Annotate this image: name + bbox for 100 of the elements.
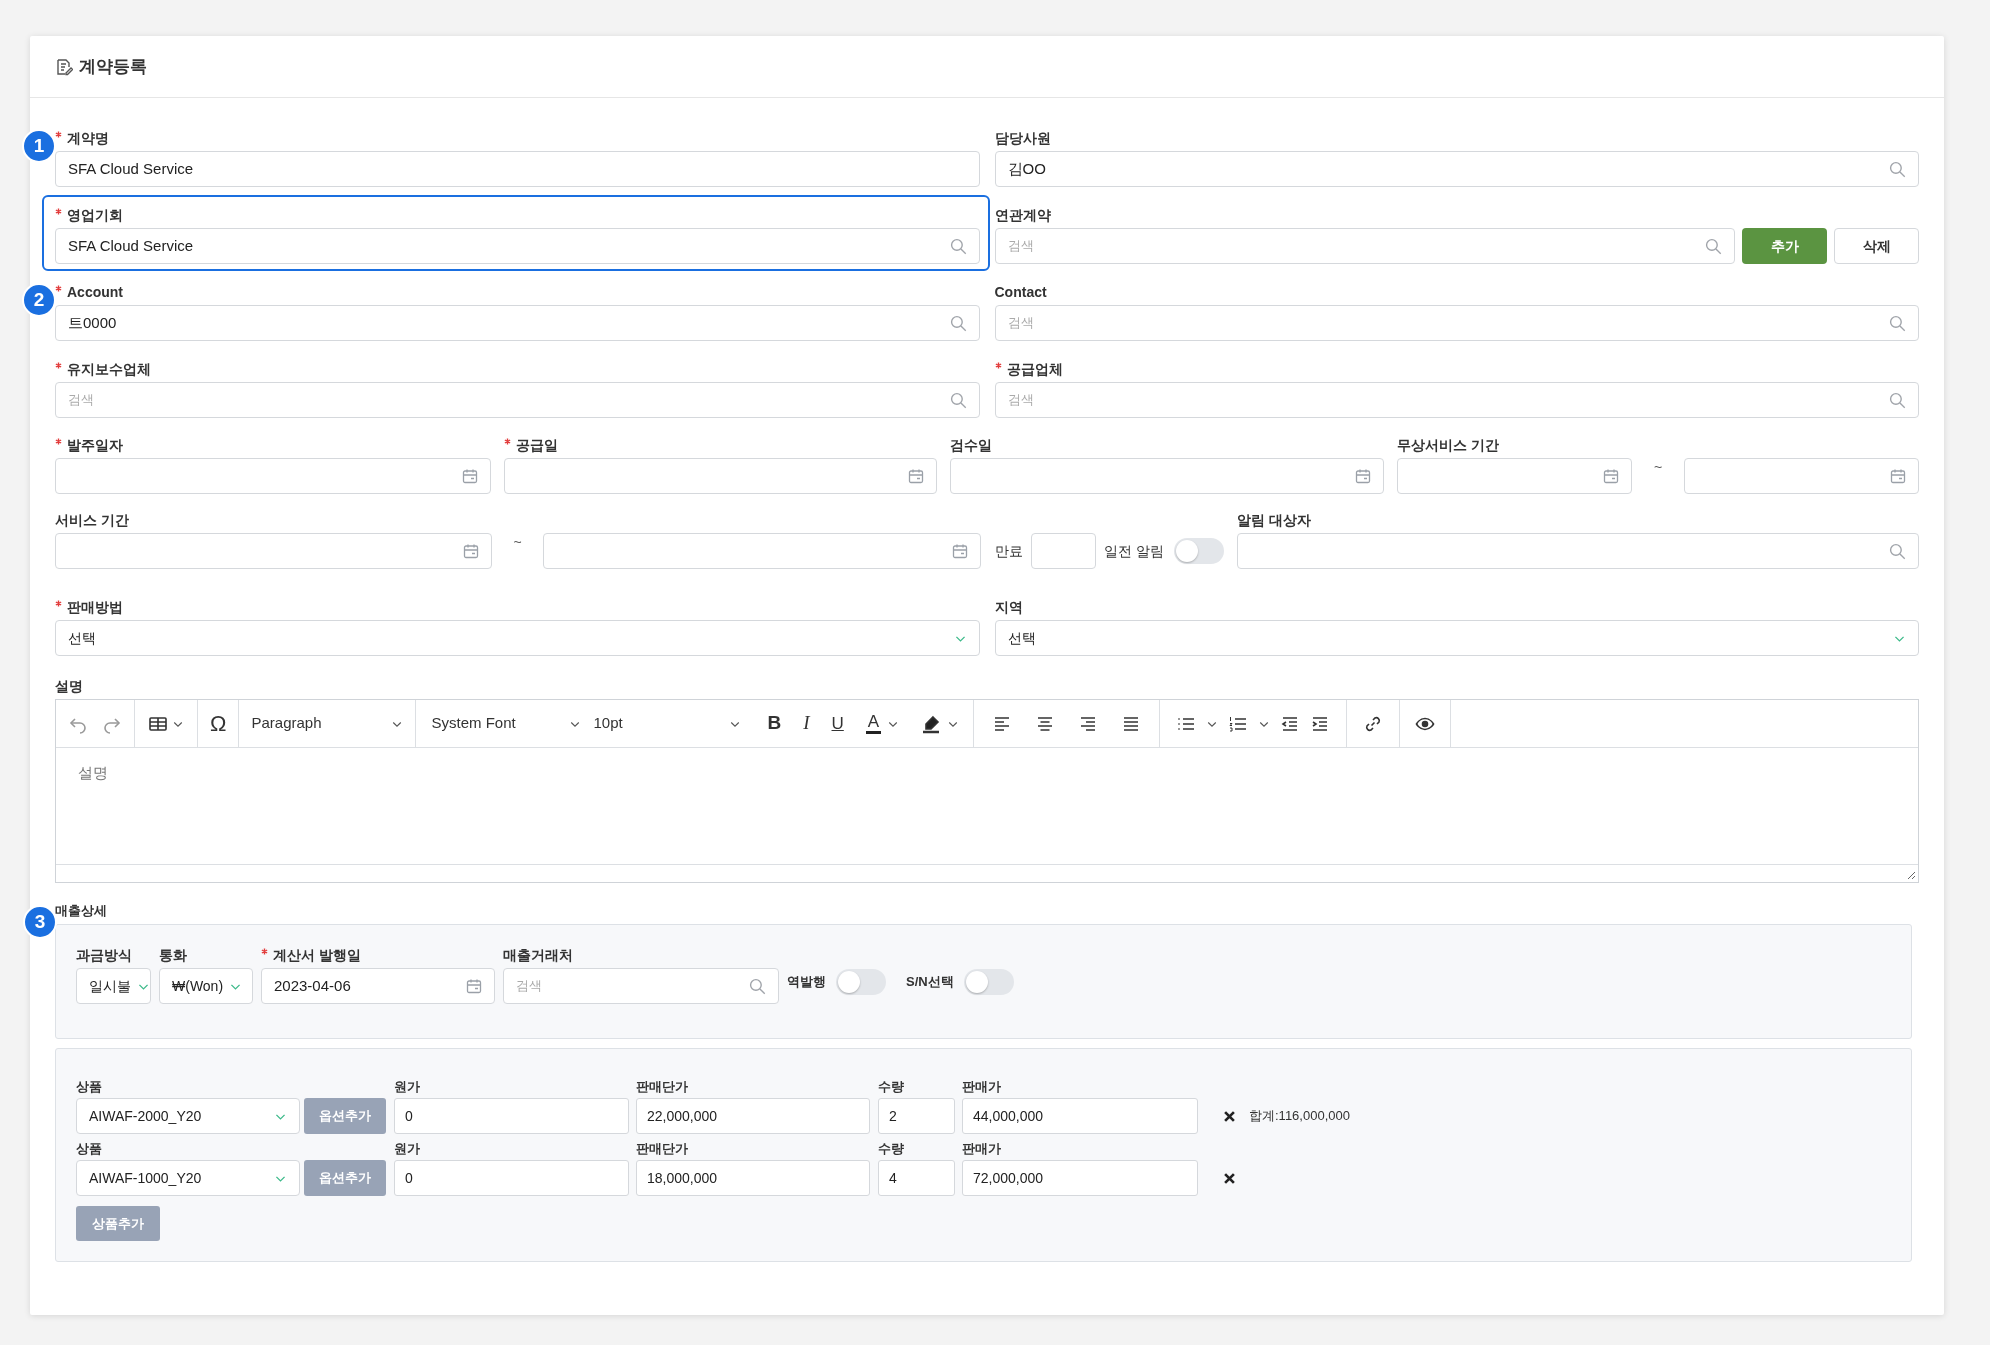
date-field[interactable] — [1397, 458, 1632, 494]
text-field[interactable]: 0 — [394, 1098, 629, 1134]
text-field[interactable]: 72,000,000 — [962, 1160, 1198, 1196]
field-label: 발주일자 — [67, 435, 123, 455]
search-field[interactable]: 트0000 — [55, 305, 980, 341]
field-label: 계약명 — [67, 128, 109, 148]
calendar-icon[interactable] — [1603, 468, 1619, 484]
add-button[interactable]: 추가 — [1742, 228, 1827, 264]
calendar-icon[interactable] — [463, 543, 479, 559]
field-label: 계산서 발행일 — [273, 945, 361, 965]
special-character-button[interactable]: Ω — [210, 712, 227, 735]
field-label: 판매방법 — [67, 597, 123, 617]
field-label: 서비스 기간 — [55, 510, 129, 530]
resize-handle-icon[interactable] — [1906, 870, 1916, 880]
field-label: 판매단가 — [636, 1140, 688, 1159]
field-label: 매출거래처 — [503, 945, 573, 965]
calendar-icon[interactable] — [1890, 468, 1906, 484]
search-icon[interactable] — [1889, 160, 1906, 178]
calendar-icon[interactable] — [952, 543, 968, 559]
field-label: 연관계약 — [994, 205, 1051, 225]
text-field[interactable]: 22,000,000 — [636, 1098, 870, 1134]
toggle-label: S/N선택 — [906, 973, 954, 992]
search-icon[interactable] — [949, 314, 967, 332]
search-icon[interactable] — [1705, 237, 1722, 255]
field-label: 지역 — [994, 597, 1023, 617]
rich-text-editor[interactable]: Ω Paragraph System Font 10pt B I U A 설명 — [55, 699, 1919, 883]
field-label: 유지보수업체 — [67, 359, 151, 379]
close-icon[interactable] — [1224, 1172, 1235, 1184]
search-field[interactable]: 김OO — [994, 151, 1919, 187]
toggle-switch[interactable] — [836, 969, 886, 995]
highlighter-icon[interactable] — [921, 713, 942, 734]
search-icon[interactable] — [949, 237, 967, 255]
editor-placeholder: 설명 — [78, 763, 109, 783]
date-field[interactable] — [504, 458, 937, 494]
search-icon[interactable] — [1889, 314, 1906, 332]
calendar-icon[interactable] — [462, 468, 478, 484]
date-field[interactable] — [1684, 458, 1919, 494]
field-label: 판매가 — [962, 1140, 1001, 1159]
select-field[interactable]: ₩(Won) — [159, 968, 253, 1004]
select-field[interactable]: AIWAF-2000_Y20 — [76, 1098, 300, 1134]
field-label: 수량 — [878, 1140, 904, 1159]
range-separator: ~ — [512, 533, 523, 551]
field-label: 상품 — [76, 1140, 102, 1159]
text-color-button[interactable]: A — [865, 713, 882, 734]
field-label: 일전 알림 — [1104, 541, 1164, 561]
date-field[interactable]: 2023-04-06 — [261, 968, 495, 1004]
font-dropdown[interactable]: System Font — [431, 712, 582, 735]
date-field[interactable] — [55, 458, 491, 494]
page-title: 계약등록 — [79, 55, 147, 78]
field-label: Account — [67, 282, 123, 302]
text-field[interactable]: 44,000,000 — [962, 1098, 1198, 1134]
step-badge: 2 — [22, 283, 56, 317]
toggle-switch[interactable] — [963, 969, 1014, 995]
search-icon[interactable] — [949, 391, 967, 409]
text-field[interactable]: 18,000,000 — [636, 1160, 870, 1196]
field-label: 공급일 — [516, 435, 558, 455]
select-field[interactable]: 선택 — [994, 620, 1919, 656]
field-label: 과금방식 — [76, 945, 132, 965]
step-badge: 1 — [22, 129, 56, 163]
field-label: 상품 — [76, 1078, 102, 1097]
calendar-icon[interactable] — [1355, 468, 1371, 484]
text-field[interactable]: 0 — [394, 1160, 629, 1196]
text-field[interactable]: SFA Cloud Service — [55, 151, 980, 187]
field-label: 판매가 — [962, 1078, 1001, 1097]
search-icon[interactable] — [749, 977, 766, 995]
field-label: Contact — [994, 282, 1047, 302]
select-field[interactable]: 선택 — [55, 620, 980, 656]
field-label: 영업기회 — [67, 205, 123, 225]
field-label: 담당사원 — [994, 128, 1051, 148]
field-label: 원가 — [394, 1140, 420, 1159]
calendar-icon[interactable] — [908, 468, 924, 484]
date-field[interactable] — [543, 533, 981, 569]
field-label: 설명 — [55, 676, 83, 696]
delete-button[interactable]: 삭제 — [1834, 228, 1919, 264]
search-field[interactable]: SFA Cloud Service — [55, 228, 980, 264]
field-label: 통화 — [159, 945, 187, 965]
format-dropdown[interactable]: Paragraph — [251, 712, 404, 735]
close-icon[interactable] — [1224, 1110, 1235, 1122]
select-field[interactable]: 일시불 — [76, 968, 151, 1004]
field-label: 알림 대상자 — [1236, 510, 1311, 530]
bold-button[interactable]: B — [767, 709, 782, 738]
font-size-dropdown[interactable]: 10pt — [593, 712, 742, 735]
date-field[interactable] — [55, 533, 492, 569]
italic-button[interactable]: I — [803, 709, 810, 738]
field-label: 원가 — [394, 1078, 420, 1097]
search-icon[interactable] — [1889, 391, 1906, 409]
section-label: 매출상세 — [55, 902, 108, 920]
text-field[interactable]: 2 — [878, 1098, 955, 1134]
select-field[interactable]: AIWAF-1000_Y20 — [76, 1160, 300, 1196]
calendar-icon[interactable] — [466, 978, 482, 994]
field-label: 무상서비스 기간 — [1397, 435, 1499, 455]
date-field[interactable] — [950, 458, 1384, 494]
toggle-switch[interactable] — [1173, 538, 1224, 564]
search-field[interactable] — [1236, 533, 1919, 569]
field-label: 만료 — [995, 541, 1023, 561]
text-field[interactable] — [1031, 533, 1096, 569]
search-icon[interactable] — [1889, 542, 1906, 560]
underline-button[interactable]: U — [831, 710, 844, 737]
total-text: 합계:116,000,000 — [1249, 1107, 1350, 1126]
text-field[interactable]: 4 — [878, 1160, 955, 1196]
